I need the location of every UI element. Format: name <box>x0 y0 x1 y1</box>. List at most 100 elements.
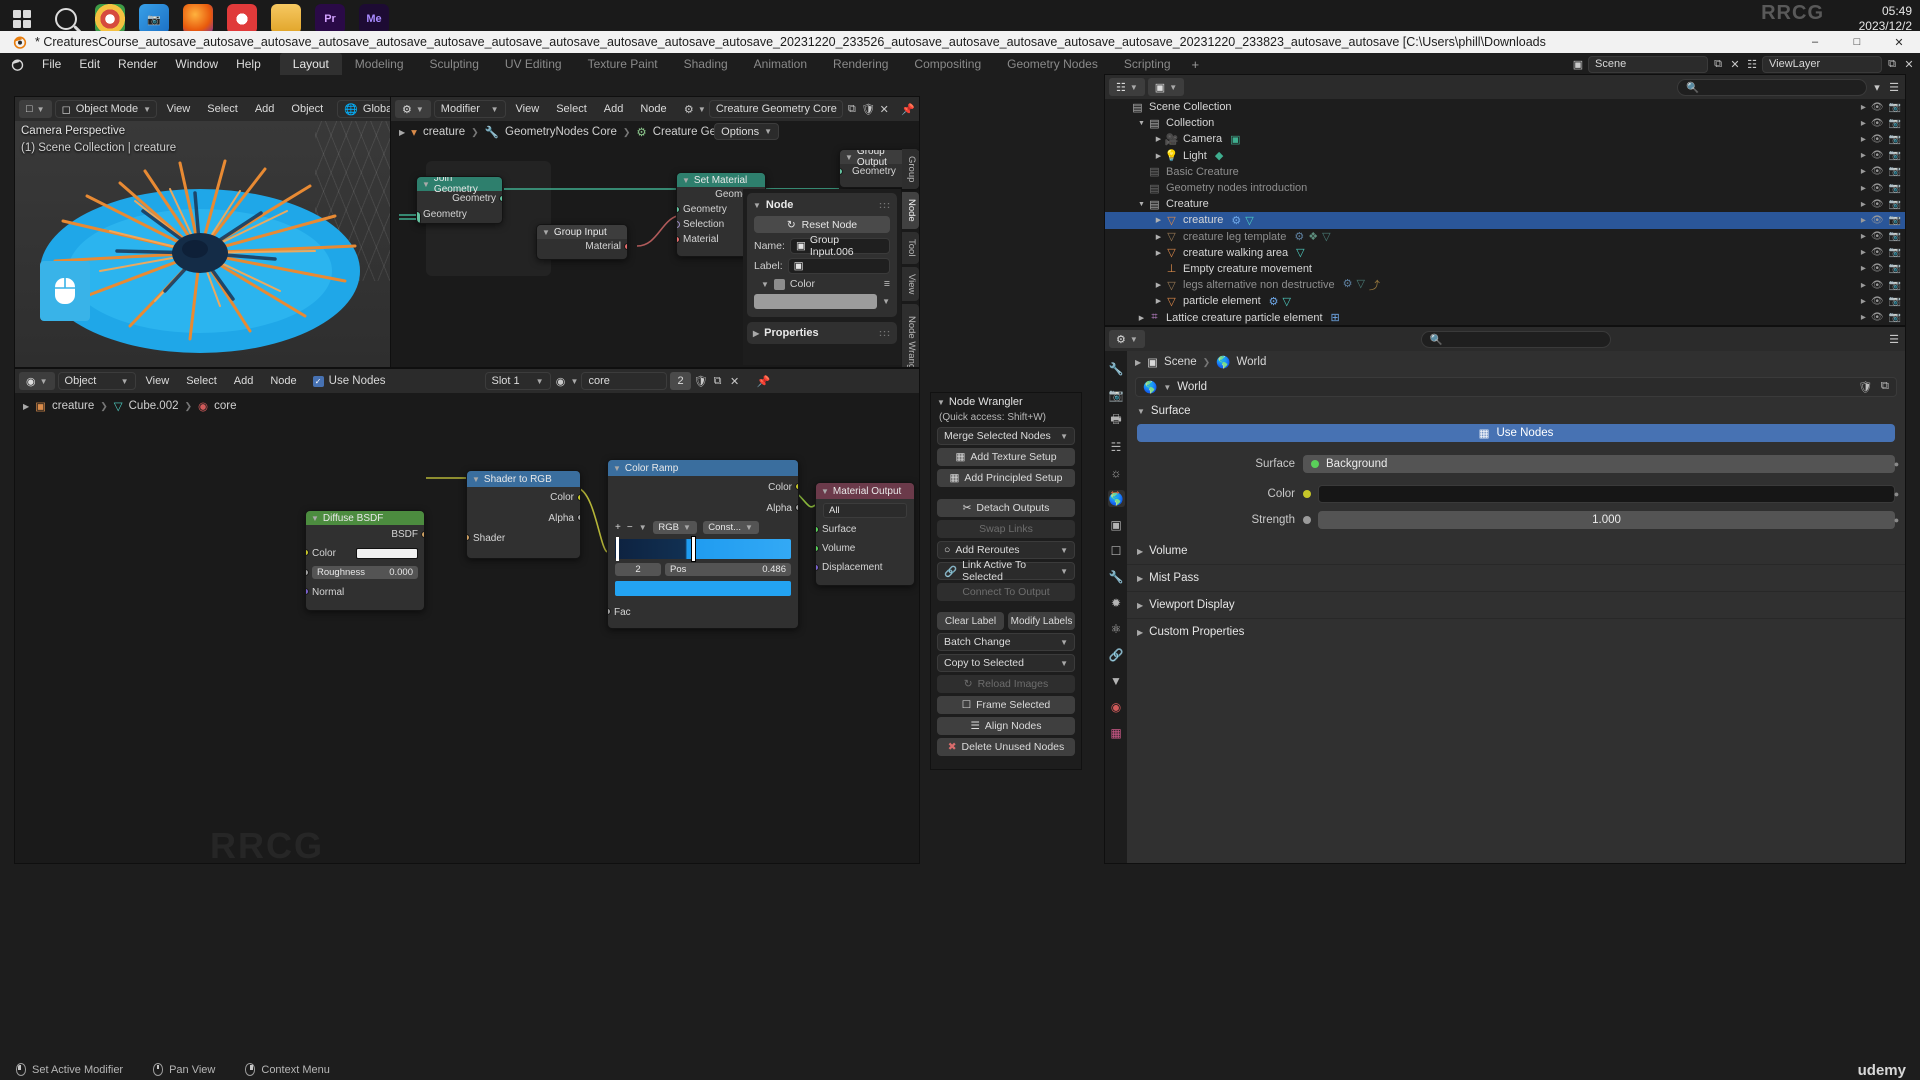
reset-node-button[interactable]: ↻ Reset Node <box>754 216 890 233</box>
tab-compositing[interactable]: Compositing <box>901 53 994 75</box>
node-header-material-output[interactable]: ▼ Material Output <box>816 483 914 499</box>
restrict-select-icon[interactable]: ▸ <box>1861 150 1866 161</box>
material-user-count[interactable]: 2 <box>670 372 691 390</box>
hide-in-viewport-icon[interactable]: 👁 <box>1871 183 1884 194</box>
hide-in-viewport-icon[interactable]: 👁 <box>1871 247 1884 258</box>
breadcrumb-world[interactable]: World <box>1237 356 1267 368</box>
tab-shading[interactable]: Shading <box>671 53 741 75</box>
add-texture-setup-button[interactable]: ▦ Add Texture Setup <box>937 448 1075 466</box>
node-color-ramp[interactable]: ▼ Color Ramp Color Alpha + − ▼ RGB ▼ Con… <box>607 459 799 629</box>
node-shader-to-rgb[interactable]: ▼ Shader to RGB Color Alpha Shader <box>466 470 581 559</box>
restrict-select-icon[interactable]: ▸ <box>1861 247 1866 258</box>
collapse-icon[interactable]: ▼ <box>613 464 621 473</box>
breadcrumb-object[interactable]: creature <box>423 126 465 138</box>
hide-in-viewport-icon[interactable]: 👁 <box>1871 166 1884 177</box>
menu-render[interactable]: Render <box>109 53 166 75</box>
properties-search-input[interactable]: 🔍 <box>1420 330 1611 348</box>
strength-field[interactable]: 1.000 <box>1318 511 1895 529</box>
outliner-badge-icon[interactable]: ▽ <box>1245 214 1253 227</box>
close-button[interactable]: ✕ <box>1878 31 1920 53</box>
custom-properties-section-header[interactable]: ▶ Custom Properties <box>1127 622 1905 642</box>
properties-options-icon[interactable]: ☰ <box>1887 332 1901 346</box>
unlink-scene-icon[interactable]: ✕ <box>1728 57 1742 71</box>
node-input-roughness[interactable]: Roughness 0.000 <box>306 563 424 582</box>
node-input-geometry[interactable]: Geometry <box>417 206 502 223</box>
animate-icon[interactable]: ● <box>1893 515 1900 525</box>
tab-view-layer[interactable]: ☵ <box>1108 438 1125 455</box>
outliner-row[interactable]: ▶ ▽ creature ⚙ ▽ ▸ 👁 📷 <box>1105 212 1905 229</box>
ramp-options-icon[interactable]: ▼ <box>639 523 647 532</box>
socket-displacement-in[interactable] <box>816 564 819 571</box>
ramp-stop-active[interactable] <box>691 536 696 562</box>
node-group-input[interactable]: ▼ Group Input Material <box>536 224 628 260</box>
geometry-nodes-canvas[interactable]: ▼ Join Geometry Geometry Geometry ▼ Set … <box>391 143 919 367</box>
node-input-fac[interactable]: Fac <box>608 602 798 622</box>
chevron-down-icon[interactable]: ▼ <box>882 297 890 306</box>
hide-in-viewport-icon[interactable]: 👁 <box>1871 134 1884 145</box>
remove-stop-icon[interactable]: − <box>627 522 633 533</box>
disable-in-render-icon[interactable]: 📷 <box>1889 118 1901 129</box>
properties-panel-header[interactable]: ▶ Properties ::: <box>747 325 897 341</box>
editor-type-button-ol[interactable]: ☷ ▼ <box>1109 78 1145 96</box>
disclosure-triangle-icon[interactable]: ▶ <box>1153 216 1164 224</box>
pin-icon[interactable]: 📌 <box>901 102 915 116</box>
chevron-right-icon[interactable]: ▶ <box>753 329 759 338</box>
list-icon[interactable]: ≡ <box>884 278 890 290</box>
node-output-material[interactable]: Material <box>537 239 627 254</box>
node-color-swatch[interactable] <box>754 294 878 309</box>
menu-file[interactable]: File <box>33 53 70 75</box>
filter-icon[interactable]: ▾ <box>1870 80 1884 94</box>
restrict-select-icon[interactable]: ▸ <box>1861 312 1866 323</box>
tab-layout[interactable]: Layout <box>279 53 342 75</box>
node-input-displacement[interactable]: Displacement <box>816 558 914 577</box>
color-swatch[interactable] <box>356 547 418 559</box>
roughness-field[interactable]: Roughness 0.000 <box>312 566 418 579</box>
socket-fac-in[interactable] <box>608 608 611 615</box>
tab-scripting[interactable]: Scripting <box>1111 53 1184 75</box>
breadcrumb-mesh[interactable]: Cube.002 <box>129 400 179 412</box>
tab-modifiers[interactable]: 🔧 <box>1108 568 1125 585</box>
node-label-input[interactable]: ▣ <box>787 258 890 274</box>
outliner-badge-icon[interactable]: ⚙ <box>1269 295 1279 308</box>
fake-user-icon[interactable]: 🛡 <box>861 102 875 116</box>
disable-in-render-icon[interactable]: 📷 <box>1889 312 1901 323</box>
tab-scene[interactable]: ☼ <box>1108 464 1125 481</box>
align-nodes-button[interactable]: ☰ Align Nodes <box>937 717 1075 735</box>
socket-surface-in[interactable] <box>816 526 819 533</box>
outliner-badge-icon[interactable]: ▣ <box>1230 133 1240 146</box>
node-header-join-geometry[interactable]: ▼ Join Geometry <box>417 177 502 195</box>
node-header-set-material[interactable]: ▼ Set Material <box>677 173 765 187</box>
shader-canvas[interactable]: RRCG 人人素材 ▼ Diffuse BSDF BSDF Color <box>15 417 919 863</box>
disable-in-render-icon[interactable]: 📷 <box>1889 166 1901 177</box>
material-name-field[interactable]: core <box>581 372 668 390</box>
node-output-alpha[interactable]: Alpha <box>608 498 798 518</box>
socket-material-out[interactable] <box>624 243 627 250</box>
connect-to-output-button[interactable]: Connect To Output <box>937 583 1075 601</box>
chevron-down-icon[interactable]: ▼ <box>753 201 761 210</box>
outliner-badge-icon[interactable]: ▽ <box>1322 230 1330 243</box>
breadcrumb-material[interactable]: core <box>214 400 236 412</box>
viewport-menu-object[interactable]: Object <box>284 100 330 118</box>
socket-geometry-in[interactable] <box>840 168 843 175</box>
outliner-badge-icon[interactable]: ⚙ <box>1231 214 1241 227</box>
tab-sculpting[interactable]: Sculpting <box>417 53 492 75</box>
restrict-select-icon[interactable]: ▸ <box>1861 215 1866 226</box>
surface-section-header[interactable]: ▼ Surface <box>1127 401 1905 421</box>
menu-window[interactable]: Window <box>166 53 227 75</box>
batch-change-dropdown[interactable]: Batch Change ▼ <box>937 633 1075 651</box>
remove-viewlayer-icon[interactable]: ✕ <box>1902 57 1916 71</box>
disable-in-render-icon[interactable]: 📷 <box>1889 102 1901 113</box>
collapse-icon[interactable]: ▼ <box>821 487 829 496</box>
node-output-geometry[interactable]: Geometry <box>417 191 502 206</box>
add-reroutes-dropdown[interactable]: ○ Add Reroutes ▼ <box>937 541 1075 559</box>
tab-output[interactable]: 🖶 <box>1108 412 1125 429</box>
outliner-search-input[interactable]: 🔍 <box>1677 78 1867 96</box>
breadcrumb-collapse-icon[interactable]: ▶ <box>23 402 29 411</box>
restrict-select-icon[interactable]: ▸ <box>1861 102 1866 113</box>
ramp-index-field[interactable]: 2 <box>615 563 661 576</box>
sh-menu-select[interactable]: Select <box>179 372 224 390</box>
hide-in-viewport-icon[interactable]: 👁 <box>1871 231 1884 242</box>
reload-images-button[interactable]: ↻ Reload Images <box>937 675 1075 693</box>
scene-selector[interactable]: Scene <box>1588 55 1708 73</box>
blender-menu-icon[interactable] <box>10 57 25 72</box>
